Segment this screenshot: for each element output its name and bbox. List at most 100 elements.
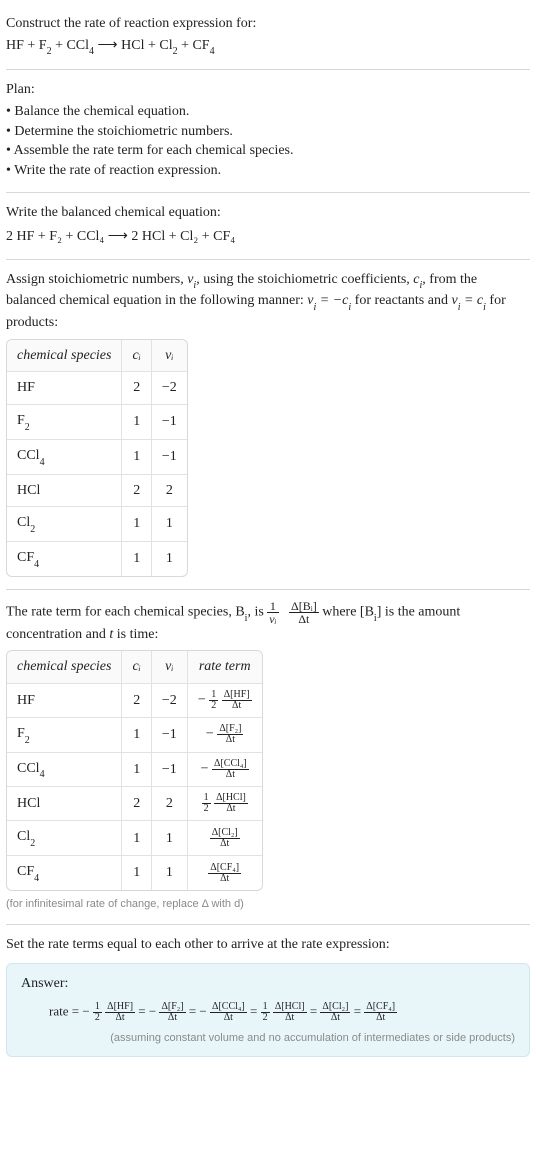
cell-nu: 1 xyxy=(152,542,187,576)
cell-nu: −2 xyxy=(152,372,187,405)
cell-c: 1 xyxy=(122,507,151,542)
denominator: Δt xyxy=(289,612,319,625)
final-lead: Set the rate terms equal to each other t… xyxy=(6,935,530,955)
text: = −c xyxy=(316,293,348,308)
cell-c: 1 xyxy=(122,821,151,856)
subscript: i xyxy=(420,280,423,291)
balanced-equation: 2 HF + F₂ + CCl₄ ⟶ 2 HCl + Cl₂ + CF₄ xyxy=(6,227,530,247)
eq-frag: + CF xyxy=(178,38,210,53)
cell-c: 1 xyxy=(122,440,151,475)
fraction: Δ[Cl₂]Δt xyxy=(320,1002,350,1023)
text: where [B xyxy=(322,604,374,619)
subscript: i xyxy=(483,302,486,313)
numerator: Δ[Bᵢ] xyxy=(289,600,319,612)
fraction: Δ[CCl₄]Δt xyxy=(210,1002,247,1023)
cell-nu: 2 xyxy=(152,475,187,508)
subscript: 4 xyxy=(89,46,94,57)
table-header: cᵢ xyxy=(122,340,151,373)
subscript: i xyxy=(314,302,317,313)
cell-rateterm: − 12 Δ[HF]Δt xyxy=(188,684,262,718)
denominator: νᵢ xyxy=(267,612,278,625)
cell-species: HF xyxy=(7,372,122,405)
answer-note: (assuming constant volume and no accumul… xyxy=(21,1031,515,1046)
fraction: 12 xyxy=(261,1002,270,1023)
section-balanced: Write the balanced chemical equation: 2 … xyxy=(6,193,530,259)
cell-species: CF4 xyxy=(7,542,122,576)
table-row: F21−1− Δ[F₂]Δt xyxy=(7,718,262,753)
cell-nu: 1 xyxy=(152,856,188,890)
c-symbol: ci xyxy=(413,272,422,287)
eq-frag: + CCl xyxy=(52,38,89,53)
text: νᵢ xyxy=(269,612,276,626)
section-stoich: Assign stoichiometric numbers, νi, using… xyxy=(6,260,530,590)
nu-symbol: νi xyxy=(187,272,196,287)
relation: νi = ci xyxy=(451,293,485,308)
fraction: Δ[CF₄]Δt xyxy=(364,1002,397,1023)
table-header: chemical species xyxy=(7,651,122,684)
stoich-paragraph: Assign stoichiometric numbers, νi, using… xyxy=(6,270,530,333)
prompt-equation: HF + F2 + CCl4 ⟶ HCl + Cl2 + CF4 xyxy=(6,36,530,58)
cell-species: CCl4 xyxy=(7,753,122,788)
cell-c: 2 xyxy=(122,684,151,718)
text: = c xyxy=(460,293,483,308)
section-plan: Plan: • Balance the chemical equation.• … xyxy=(6,70,530,193)
table-row: CCl41−1 xyxy=(7,440,187,475)
table-row: Cl211Δ[Cl₂]Δt xyxy=(7,821,262,856)
table-header: chemical species xyxy=(7,340,122,373)
text: The rate term for each chemical species,… xyxy=(6,604,245,619)
text: , using the stoichiometric coefficients, xyxy=(196,272,413,287)
subscript: 4 xyxy=(210,46,215,57)
table-row: HF2−2− 12 Δ[HF]Δt xyxy=(7,684,262,718)
fraction: Δ[Bᵢ]Δt xyxy=(289,600,319,625)
cell-rateterm: − Δ[CCl₄]Δt xyxy=(188,753,262,788)
table-row: HCl2212 Δ[HCl]Δt xyxy=(7,787,262,821)
subscript: i xyxy=(374,613,377,624)
section-prompt: Construct the rate of reaction expressio… xyxy=(6,4,530,70)
fraction: Δ[HF]Δt xyxy=(105,1002,135,1023)
cell-species: CF4 xyxy=(7,856,122,890)
cell-nu: −1 xyxy=(152,405,187,440)
cell-rateterm: 12 Δ[HCl]Δt xyxy=(188,787,262,821)
cell-c: 1 xyxy=(122,405,151,440)
fraction: Δ[HF]Δt xyxy=(222,690,252,711)
rateterm-table: chemical speciescᵢνᵢrate termHF2−2− 12 Δ… xyxy=(6,650,263,891)
fraction: 1νᵢ xyxy=(267,600,278,625)
cell-rateterm: Δ[Cl₂]Δt xyxy=(188,821,262,856)
cell-species: HF xyxy=(7,684,122,718)
cell-species: CCl4 xyxy=(7,440,122,475)
table-header: νᵢ xyxy=(152,340,187,373)
subscript: i xyxy=(193,280,196,291)
prompt-line: Construct the rate of reaction expressio… xyxy=(6,14,530,34)
fraction: 12 xyxy=(93,1002,102,1023)
cell-species: F2 xyxy=(7,718,122,753)
rateterm-note: (for infinitesimal rate of change, repla… xyxy=(6,897,530,912)
table-row: CF411 xyxy=(7,542,187,576)
cell-nu: 2 xyxy=(152,787,188,821)
cell-c: 1 xyxy=(122,542,151,576)
cell-nu: −1 xyxy=(152,718,188,753)
table-row: CCl41−1− Δ[CCl₄]Δt xyxy=(7,753,262,788)
fraction: Δ[Cl₂]Δt xyxy=(210,828,240,849)
section-rateterm: The rate term for each chemical species,… xyxy=(6,590,530,926)
cell-c: 2 xyxy=(122,475,151,508)
table-row: F21−1 xyxy=(7,405,187,440)
text: ν xyxy=(451,293,457,308)
rate-label: rate = xyxy=(49,1003,82,1018)
cell-rateterm: Δ[CF₄]Δt xyxy=(188,856,262,890)
cell-species: Cl2 xyxy=(7,821,122,856)
table-header: rate term xyxy=(188,651,262,684)
rateterm-paragraph: The rate term for each chemical species,… xyxy=(6,600,530,645)
balanced-title: Write the balanced chemical equation: xyxy=(6,203,530,223)
fraction: Δ[CF₄]Δt xyxy=(208,863,241,884)
cell-c: 2 xyxy=(122,787,151,821)
fraction: 12 xyxy=(209,690,218,711)
subscript: 2 xyxy=(173,46,178,57)
cell-species: Cl2 xyxy=(7,507,122,542)
fraction: Δ[HCl]Δt xyxy=(273,1002,307,1023)
numerator: 1 xyxy=(267,600,278,612)
eq-frag: ⟶ HCl + Cl xyxy=(94,38,173,53)
eq-frag: HF + F xyxy=(6,38,47,53)
answer-label: Answer: xyxy=(21,974,515,994)
answer-rate-expression: rate = − 12 Δ[HF]Δt = − Δ[F₂]Δt = − Δ[CC… xyxy=(21,1002,515,1023)
plan-item: • Determine the stoichiometric numbers. xyxy=(6,122,530,142)
